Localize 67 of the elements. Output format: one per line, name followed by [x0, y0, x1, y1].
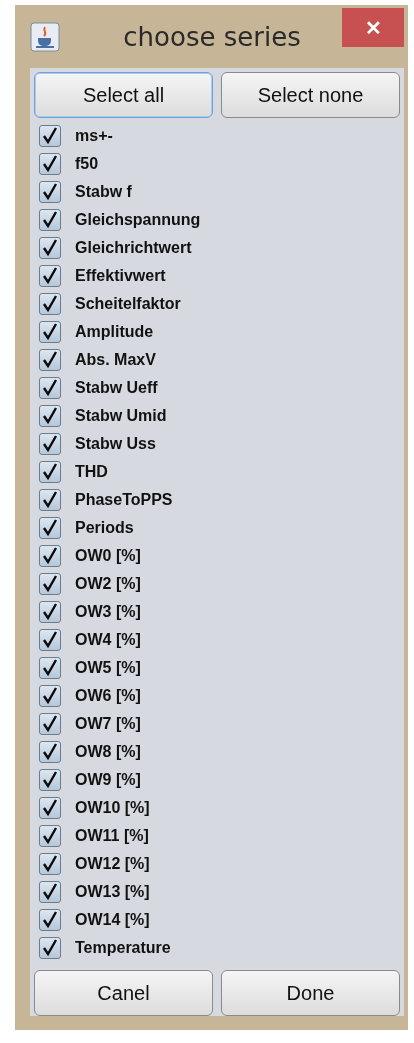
- checkbox[interactable]: [39, 209, 61, 231]
- checkbox[interactable]: [39, 125, 61, 147]
- checkbox[interactable]: [39, 517, 61, 539]
- series-label: Scheitelfaktor: [75, 295, 181, 313]
- series-label: OW4 [%]: [75, 631, 141, 649]
- series-label: Stabw Umid: [75, 407, 167, 425]
- series-label: Amplitude: [75, 323, 154, 341]
- select-button[interactable]: Select none: [221, 72, 400, 118]
- series-label: OW5 [%]: [75, 659, 141, 677]
- series-label: Periods: [75, 519, 134, 537]
- checkbox[interactable]: [39, 265, 61, 287]
- series-label: OW6 [%]: [75, 687, 141, 705]
- checkbox[interactable]: [39, 377, 61, 399]
- dialog-button[interactable]: Done: [221, 970, 400, 1016]
- checkbox[interactable]: [39, 797, 61, 819]
- checkbox[interactable]: [39, 853, 61, 875]
- series-label: Gleichspannung: [75, 211, 201, 229]
- series-label: Temperature: [75, 939, 171, 957]
- series-label: OW3 [%]: [75, 603, 141, 621]
- checkbox[interactable]: [39, 545, 61, 567]
- checkbox[interactable]: [39, 937, 61, 959]
- window-title: choose series: [122, 21, 302, 52]
- checkbox[interactable]: [39, 601, 61, 623]
- checkbox[interactable]: [39, 713, 61, 735]
- checkbox[interactable]: [39, 909, 61, 931]
- series-label: ms+-: [75, 127, 113, 145]
- series-label: Stabw Ueff: [75, 379, 158, 397]
- checkbox[interactable]: [39, 237, 61, 259]
- series-label: Abs. MaxV: [75, 351, 156, 369]
- checkbox[interactable]: [39, 741, 61, 763]
- series-label: OW2 [%]: [75, 575, 141, 593]
- checkbox[interactable]: [39, 769, 61, 791]
- series-label: f50: [75, 155, 99, 173]
- series-label: Effektivwert: [75, 267, 166, 285]
- checkbox[interactable]: [39, 181, 61, 203]
- java-cup-icon: [30, 21, 60, 52]
- series-label: OW7 [%]: [75, 715, 141, 733]
- checkbox[interactable]: [39, 433, 61, 455]
- series-label: Gleichrichtwert: [75, 239, 192, 257]
- checkbox[interactable]: [39, 825, 61, 847]
- checkbox[interactable]: [39, 629, 61, 651]
- series-label: PhaseToPPS: [75, 491, 173, 509]
- select-button[interactable]: Select all: [34, 72, 213, 118]
- series-label: OW13 [%]: [75, 883, 150, 901]
- checkbox[interactable]: [39, 461, 61, 483]
- checkbox[interactable]: [39, 293, 61, 315]
- checkbox[interactable]: [39, 573, 61, 595]
- dialog-button[interactable]: Canel: [34, 970, 213, 1016]
- series-label: THD: [75, 463, 108, 481]
- checkbox[interactable]: [39, 321, 61, 343]
- checkbox[interactable]: [39, 657, 61, 679]
- checkbox[interactable]: [39, 881, 61, 903]
- series-label: OW11 [%]: [75, 827, 149, 845]
- series-label: OW9 [%]: [75, 771, 141, 789]
- close-button[interactable]: ✕: [342, 8, 404, 47]
- checkbox[interactable]: [39, 405, 61, 427]
- series-label: OW12 [%]: [75, 855, 150, 873]
- series-label: OW10 [%]: [75, 799, 150, 817]
- checkbox[interactable]: [39, 153, 61, 175]
- checkbox[interactable]: [39, 489, 61, 511]
- checkbox[interactable]: [39, 349, 61, 371]
- series-label: Stabw Uss: [75, 435, 156, 453]
- checkbox[interactable]: [39, 685, 61, 707]
- series-label: Stabw f: [75, 183, 132, 201]
- series-label: OW8 [%]: [75, 743, 141, 761]
- series-label: OW0 [%]: [75, 547, 141, 565]
- series-label: OW14 [%]: [75, 911, 150, 929]
